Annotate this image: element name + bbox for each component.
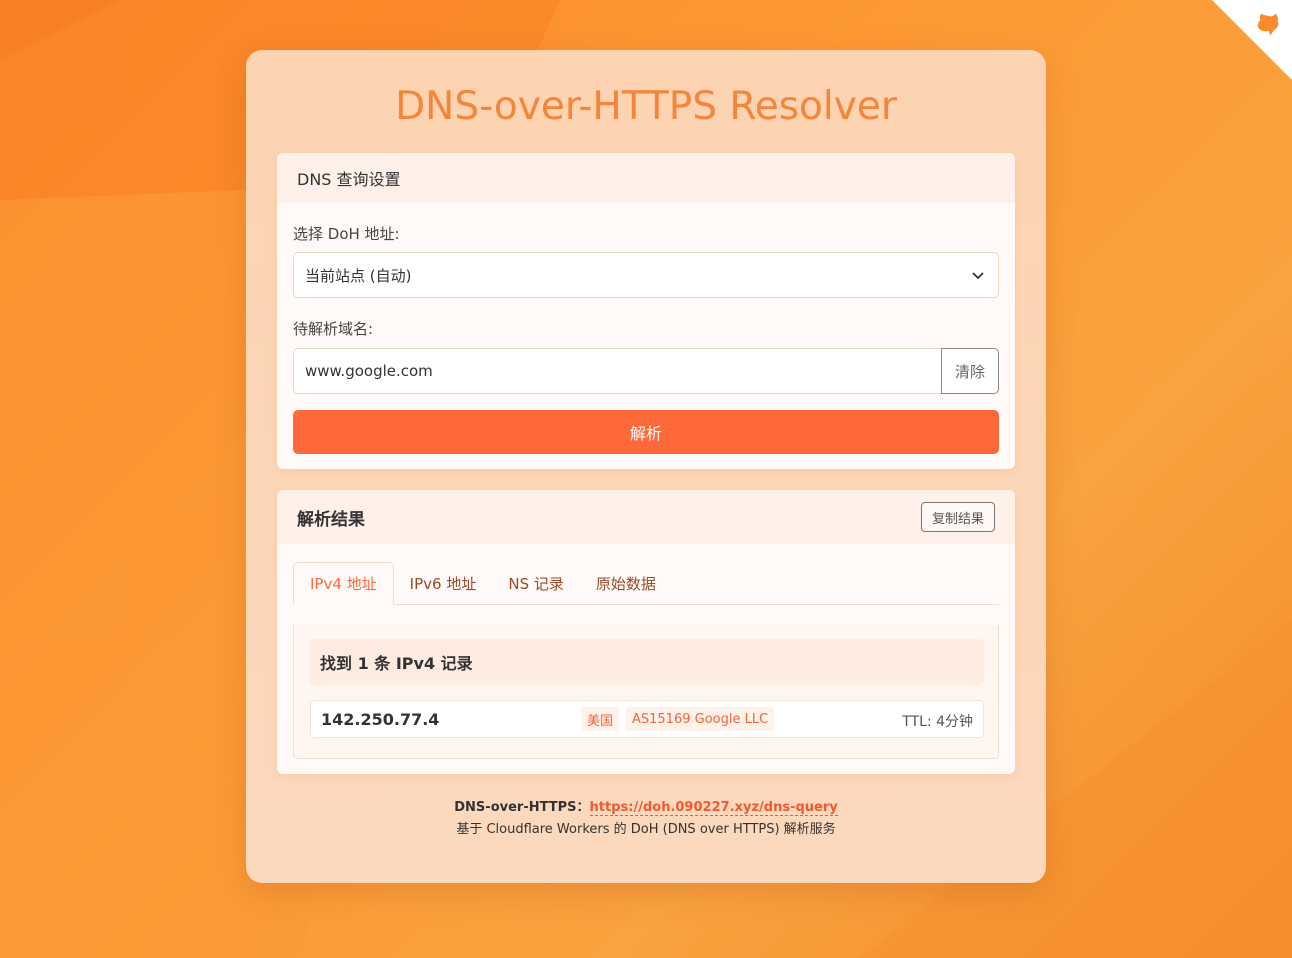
resolve-button[interactable]: 解析	[293, 410, 999, 454]
result-panel-title: 解析结果	[297, 509, 365, 530]
doh-select-value: 当前站点 (自动)	[305, 266, 412, 285]
ipv4-tab-pane: 找到 1 条 IPv4 记录 142.250.77.4 美国 AS15169 G…	[293, 625, 999, 759]
chevron-down-icon	[972, 272, 984, 280]
domain-input-value: www.google.com	[305, 362, 433, 380]
result-panel-header: 解析结果 复制结果	[277, 490, 1015, 544]
footer-description: 基于 Cloudflare Workers 的 DoH (DNS over HT…	[456, 822, 836, 837]
asn-badge: AS15169 Google LLC	[626, 707, 775, 731]
result-tabs: IPv4 地址 IPv6 地址 NS 记录 原始数据	[293, 562, 999, 605]
footer-doh-prefix: DNS-over-HTTPS：	[454, 800, 590, 815]
doh-label: 选择 DoH 地址:	[293, 225, 400, 243]
doh-select[interactable]: 当前站点 (自动)	[293, 252, 999, 298]
query-panel-header: DNS 查询设置	[277, 153, 1015, 203]
footer: DNS-over-HTTPS：https://doh.090227.xyz/dn…	[246, 796, 1046, 837]
domain-label: 待解析域名:	[293, 320, 374, 338]
tab-ipv4[interactable]: IPv4 地址	[293, 562, 394, 605]
tab-ipv6[interactable]: IPv6 地址	[394, 562, 493, 604]
main-card: DNS-over-HTTPS Resolver DNS 查询设置 选择 DoH …	[246, 50, 1046, 883]
record-ttl: TTL: 4分钟	[902, 714, 973, 730]
copy-result-button[interactable]: 复制结果	[921, 502, 995, 532]
country-badge: 美国	[581, 707, 620, 731]
page-title: DNS-over-HTTPS Resolver	[395, 84, 897, 129]
tab-ns[interactable]: NS 记录	[492, 562, 580, 604]
clear-button[interactable]: 清除	[941, 348, 999, 394]
domain-input[interactable]: www.google.com	[293, 348, 943, 394]
result-panel: 解析结果 复制结果 IPv4 地址 IPv6 地址 NS 记录 原始数据 找到 …	[277, 490, 1015, 774]
record-row: 142.250.77.4 美国 AS15169 Google LLC TTL: …	[310, 700, 984, 738]
footer-doh-line: DNS-over-HTTPS：https://doh.090227.xyz/dn…	[246, 796, 1046, 818]
footer-doh-link[interactable]: https://doh.090227.xyz/dns-query	[589, 800, 838, 816]
github-corner-link[interactable]	[1212, 0, 1292, 80]
record-ip: 142.250.77.4	[321, 710, 440, 729]
tab-raw[interactable]: 原始数据	[580, 562, 672, 604]
record-summary: 找到 1 条 IPv4 记录	[310, 639, 984, 685]
query-panel: DNS 查询设置 选择 DoH 地址: 当前站点 (自动) 待解析域名: www…	[277, 153, 1015, 469]
